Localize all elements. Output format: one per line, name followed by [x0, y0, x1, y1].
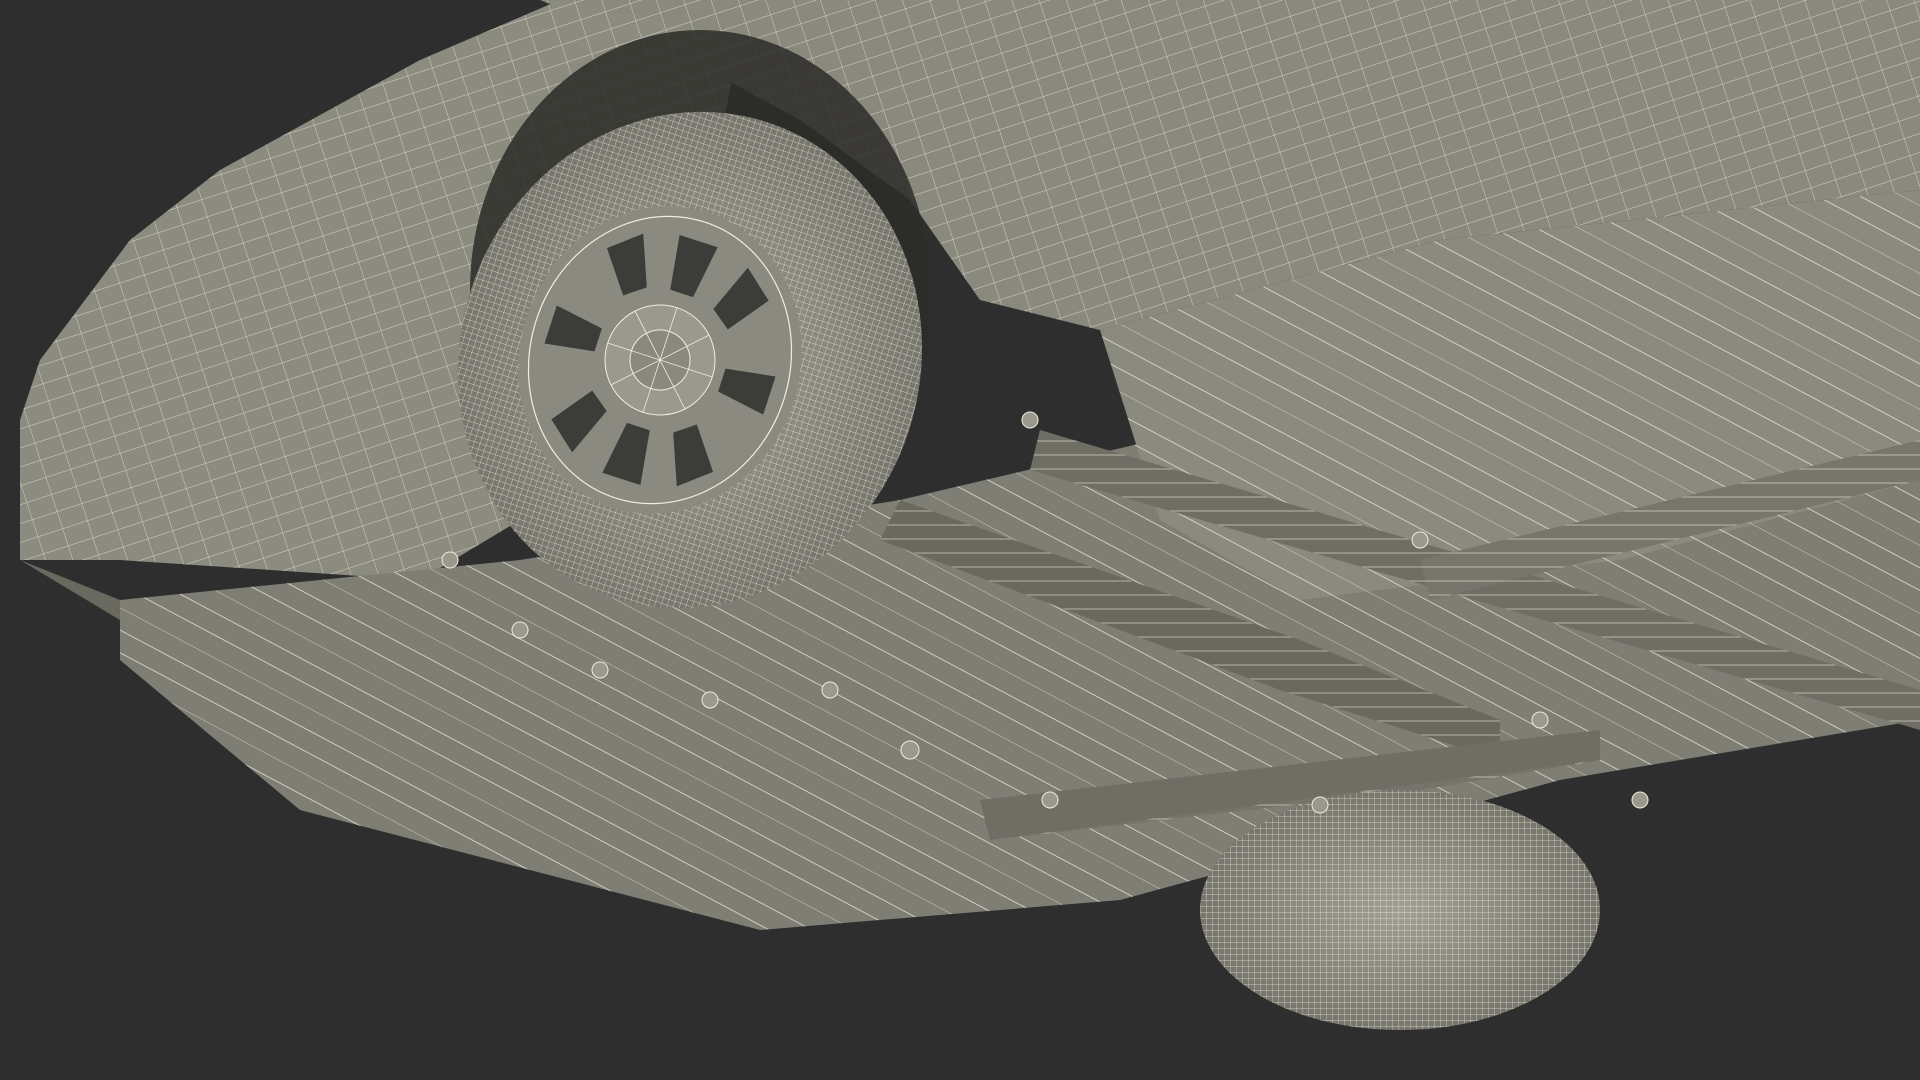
render-viewport[interactable] — [0, 0, 1920, 1080]
wireframe-render — [20, 0, 1920, 1030]
rear-wheel-icon — [1200, 790, 1600, 1030]
